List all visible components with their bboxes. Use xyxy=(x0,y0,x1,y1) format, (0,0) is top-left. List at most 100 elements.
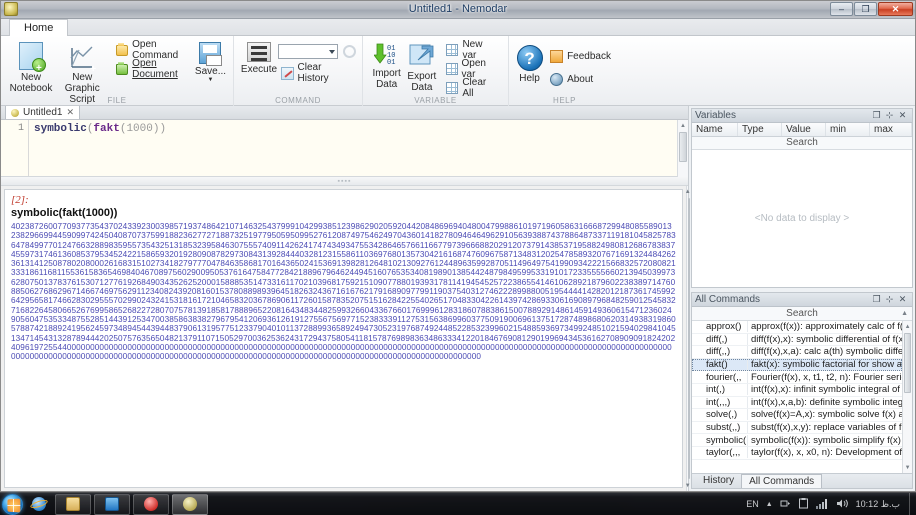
editor-scrollbar[interactable]: ▲ xyxy=(677,120,688,177)
list-item-selected[interactable]: fakt()fakt(x): symbolic factorial for sh… xyxy=(692,359,902,372)
windows-explorer-icon xyxy=(66,497,80,511)
commands-search-row[interactable]: Search ▲ xyxy=(692,307,912,321)
taskbar-item-internet-explorer[interactable] xyxy=(26,494,52,515)
output-scrollbar-thumb[interactable] xyxy=(688,198,690,479)
scroll-up-icon[interactable]: ▲ xyxy=(687,186,688,197)
clear-history-button[interactable]: Clear History xyxy=(278,65,356,81)
file-small-buttons: Open Command Open Document xyxy=(113,39,193,77)
execute-button[interactable]: Execute xyxy=(240,39,278,97)
command-desc: diff(f(x),x): symbolic differential of f… xyxy=(748,334,902,345)
clear-all-button[interactable]: Clear All xyxy=(443,80,503,96)
command-desc: taylor(f(x), x, x0, n): Development of t… xyxy=(748,447,902,458)
scroll-down-icon[interactable]: ▼ xyxy=(903,462,912,473)
commands-restore-icon[interactable]: ❐ xyxy=(870,294,883,305)
variables-pin-icon[interactable]: ⊹ xyxy=(883,110,896,121)
open-document-button[interactable]: Open Document xyxy=(113,61,193,77)
command-desc: subst(f(x),x,y): replace variables of fu… xyxy=(748,422,902,433)
minimize-button[interactable]: – xyxy=(830,2,853,16)
language-indicator[interactable]: EN xyxy=(746,499,759,509)
new-notebook-button[interactable]: New Notebook xyxy=(7,39,55,97)
commands-list[interactable]: approx()approx(f(x)): approximately calc… xyxy=(692,321,902,473)
new-var-button[interactable]: New var xyxy=(443,42,503,58)
variables-col-name[interactable]: Name xyxy=(692,123,738,136)
clock[interactable]: 10:12 ب.ظ xyxy=(856,499,900,510)
ribbon-group-help-label: HELP xyxy=(509,96,620,105)
chevron-down-icon[interactable] xyxy=(329,50,335,54)
save-caret-icon[interactable]: ▼ xyxy=(208,77,214,83)
editor-scrollbar-thumb[interactable] xyxy=(679,132,687,162)
list-item[interactable]: symbolic(symbolic(f(x)): symbolic simpli… xyxy=(692,434,902,447)
list-item[interactable]: diff(,)diff(f(x),x): symbolic differenti… xyxy=(692,334,902,347)
variables-search-row[interactable]: Search xyxy=(692,137,912,150)
variables-col-type[interactable]: Type xyxy=(738,123,782,136)
code-editor[interactable]: 1 symbolic(fakt(1000)) xyxy=(1,120,677,177)
media-player-icon xyxy=(105,497,119,511)
volume-icon[interactable] xyxy=(836,498,849,511)
tab-all-commands[interactable]: All Commands xyxy=(741,474,822,488)
document-tab-untitled1[interactable]: Untitled1 ✕ xyxy=(5,105,80,119)
list-item[interactable]: approx()approx(f(x)): approximately calc… xyxy=(692,321,902,334)
command-combo[interactable] xyxy=(278,44,338,59)
about-button[interactable]: About xyxy=(547,71,614,87)
list-item[interactable]: fourier(,,Fourier(f(x), x, t1, t2, n): F… xyxy=(692,371,902,384)
list-item[interactable]: int(,)int(f(x),x): infinit symbolic inte… xyxy=(692,384,902,397)
scroll-up-icon[interactable]: ▲ xyxy=(903,321,912,332)
taskbar-item-nemodar[interactable] xyxy=(172,494,208,515)
editor-gutter: 1 xyxy=(1,120,29,176)
list-item[interactable]: int(,,,)int(f(x),x,a,b): definite symbol… xyxy=(692,397,902,410)
variables-col-min[interactable]: min xyxy=(826,123,870,136)
taskbar-item-media-player[interactable] xyxy=(94,494,130,515)
start-button[interactable] xyxy=(2,494,23,515)
document-tab-label: Untitled1 xyxy=(23,107,62,118)
commands-scrollbar-thumb[interactable] xyxy=(904,333,911,393)
import-data-button[interactable]: 01 10 01 Import Data xyxy=(369,39,404,97)
scroll-down-icon[interactable]: ▼ xyxy=(687,480,688,491)
output-scrollbar[interactable]: ▲ ▼ xyxy=(686,186,688,491)
taskbar-item-app-red[interactable] xyxy=(133,494,169,515)
variables-col-value[interactable]: Value xyxy=(782,123,826,136)
network-icon[interactable] xyxy=(780,498,791,511)
close-button[interactable]: ✕ xyxy=(878,2,913,16)
line-number: 1 xyxy=(18,123,24,134)
tab-home[interactable]: Home xyxy=(9,19,68,36)
action-center-icon[interactable] xyxy=(798,498,809,511)
title-bar: Untitled1 - Nemodar – ❐ ✕ xyxy=(1,1,915,19)
list-item[interactable]: taylor(,,,taylor(f(x), x, x0, n): Develo… xyxy=(692,447,902,460)
open-command-button[interactable]: Open Command xyxy=(113,42,193,58)
execute-label: Execute xyxy=(241,64,277,75)
variables-restore-icon[interactable]: ❐ xyxy=(870,110,883,121)
side-panels: Variables ❐ ⊹ ✕ Name Type Value min max … xyxy=(689,106,915,491)
variables-close-icon[interactable]: ✕ xyxy=(896,110,909,121)
signal-icon[interactable] xyxy=(816,498,829,511)
list-item[interactable]: solve(,)solve(f(x)=A,x): symbolic solve … xyxy=(692,409,902,422)
list-item[interactable]: diff(,,)diff(f(x),x,a): calc a(th) symbo… xyxy=(692,346,902,359)
import-data-label-line2: Data xyxy=(376,79,397,90)
sort-ascending-icon[interactable]: ▲ xyxy=(901,310,908,317)
open-var-button[interactable]: Open var xyxy=(443,61,503,77)
show-hidden-icons-icon[interactable]: ▲ xyxy=(766,501,773,508)
commands-close-icon[interactable]: ✕ xyxy=(896,294,909,305)
close-tab-icon[interactable]: ✕ xyxy=(66,107,74,118)
list-item[interactable]: subst(,,)subst(f(x),x,y): replace variab… xyxy=(692,422,902,435)
commands-scrollbar[interactable]: ▲ ▼ xyxy=(902,321,912,473)
editor-code-line[interactable]: symbolic(fakt(1000)) xyxy=(29,120,677,176)
save-button[interactable]: Save... ▼ xyxy=(194,39,227,97)
refresh-icon[interactable] xyxy=(343,45,356,58)
taskbar-item-windows-explorer[interactable] xyxy=(55,494,91,515)
feedback-button[interactable]: Feedback xyxy=(547,48,614,64)
tab-history[interactable]: History xyxy=(696,474,741,488)
maximize-button[interactable]: ❐ xyxy=(854,2,877,16)
commands-panel-title-bar: All Commands ❐ ⊹ ✕ xyxy=(692,293,912,307)
editor-output-splitter[interactable]: ▪▪▪▪ xyxy=(1,177,688,186)
scroll-up-icon[interactable]: ▲ xyxy=(678,120,688,131)
commands-pin-icon[interactable]: ⊹ xyxy=(883,294,896,305)
show-desktop-button[interactable] xyxy=(909,493,916,515)
help-button[interactable]: ? Help xyxy=(515,39,544,97)
export-data-button[interactable]: Export Data xyxy=(404,39,439,97)
help-small-buttons: Feedback About xyxy=(547,39,614,87)
open-document-label: Open Document xyxy=(132,58,191,80)
variables-col-max[interactable]: max xyxy=(870,123,912,136)
code-argument: 1000 xyxy=(126,123,152,135)
new-graphic-script-button[interactable]: New Graphic Script xyxy=(55,39,110,97)
output-pane: [2]: symbolic(fakt(1000)) 40238726007709… xyxy=(4,189,683,488)
